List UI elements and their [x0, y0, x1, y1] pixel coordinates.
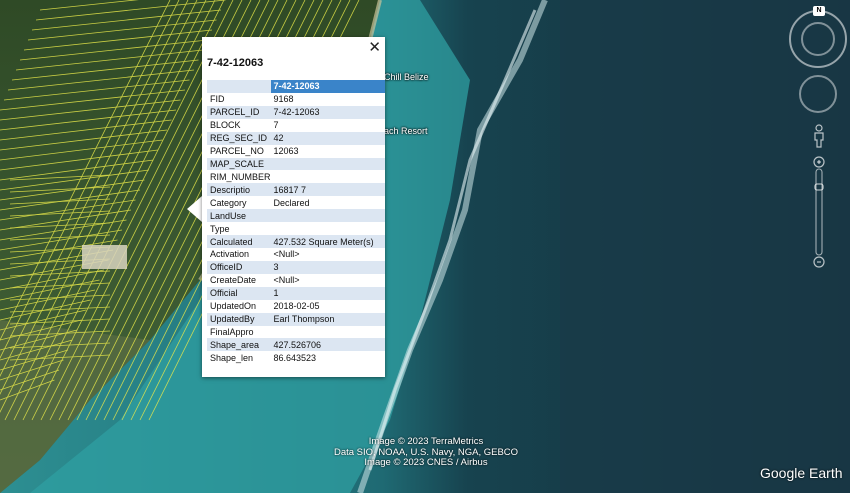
attribute-row: UpdatedBy Earl Thompson [207, 312, 385, 326]
pegman-icon[interactable] [812, 124, 826, 148]
attribute-value: 7 [273, 120, 279, 131]
zoom-slider[interactable] [812, 156, 826, 268]
attribute-value [270, 209, 385, 223]
close-icon[interactable]: ✕ [368, 38, 381, 56]
attribute-key: RIM_NUMBER [210, 171, 271, 182]
attribute-value: 16817 7 [270, 183, 385, 197]
attribute-key: Category [210, 197, 247, 208]
attribute-key: Activation [210, 249, 250, 260]
attribute-row: OfficeID 3 [207, 260, 385, 274]
attribute-header-key [207, 80, 271, 93]
attribute-key: UpdatedOn [210, 301, 257, 312]
attribute-row: MAP_SCALE [207, 157, 385, 171]
attribute-key: FinalAppro [210, 326, 254, 337]
attribute-row: Shape_len 86.643523 [207, 351, 385, 364]
attribute-row: RIM_NUMBER [207, 170, 385, 183]
attribute-row: Activation <Null> [207, 248, 385, 261]
attribute-value [270, 157, 385, 171]
attribute-row: FinalAppro [207, 326, 385, 339]
attribute-table: 7-42-12063 FID 9168 PARCEL_ID 7-42-12063 BLO… [207, 80, 385, 364]
attribute-row: Official 1 [207, 286, 385, 300]
attribute-value: 427.526706 [270, 338, 385, 352]
popup-title: 7-42-12063 [207, 57, 264, 69]
attribute-key: BLOCK [210, 120, 241, 131]
google-earth-logo: Google Earth [760, 465, 843, 481]
attribute-row: REG_SEC_ID 42 [207, 131, 385, 145]
north-indicator[interactable]: N [813, 6, 825, 16]
attribute-value: 7-42-12063 [270, 105, 385, 119]
attribute-value [271, 222, 385, 235]
place-label-chill-belize[interactable]: Chill Belize [384, 72, 429, 82]
attribute-value: 86.643523 [273, 352, 317, 363]
attribute-value: <Null> [273, 249, 300, 260]
attribution-line: Image © 2023 CNES / Airbus [364, 457, 488, 468]
attribute-row: Shape_area 427.526706 [207, 338, 385, 352]
attribute-key: Shape_area [207, 338, 271, 352]
attribute-key: Type [210, 223, 230, 234]
attribute-row: BLOCK 7 [207, 119, 385, 132]
attribute-value: 42 [270, 131, 385, 145]
attribute-row: UpdatedOn 2018-02-05 [207, 300, 385, 313]
attribute-value [271, 170, 385, 183]
attribute-value: 9168 [273, 94, 294, 105]
attribute-value: Earl Thompson [270, 312, 385, 326]
popup-pointer [187, 196, 202, 222]
attribute-value: <Null> [273, 275, 300, 286]
attribution-line: Image © 2023 TerraMetrics [368, 436, 484, 447]
look-joystick[interactable] [799, 75, 837, 113]
attribute-value: 2018-02-05 [273, 301, 320, 312]
attribute-row: LandUse [207, 209, 385, 223]
compass-ring[interactable]: N [789, 6, 847, 68]
attribute-row: PARCEL_NO 12063 [207, 145, 385, 158]
attribute-value: Declared [273, 197, 310, 208]
attribute-value: 3 [270, 260, 385, 274]
attribute-value: 427.532 Square Meter(s) [270, 235, 385, 248]
attribute-header-row: 7-42-12063 [207, 80, 385, 93]
attribute-key: Shape_len [210, 352, 254, 363]
attribute-value [271, 326, 385, 339]
attribute-key: PARCEL_ID [207, 105, 271, 119]
attribute-key: FID [210, 94, 225, 105]
attribute-row: FID 9168 [207, 93, 385, 106]
compass-inner-ring[interactable] [801, 22, 835, 56]
attribute-key: OfficeID [207, 260, 271, 274]
attribute-header-value: 7-42-12063 [270, 80, 385, 93]
attribute-key: UpdatedBy [207, 312, 271, 326]
attribute-key: REG_SEC_ID [207, 131, 271, 145]
attribute-key: Calculated [207, 235, 271, 248]
attribute-key: MAP_SCALE [207, 157, 271, 171]
attribute-key: Official [207, 286, 271, 300]
attribute-row: Descriptio 16817 7 [207, 183, 385, 197]
attribute-key: Descriptio [207, 183, 271, 197]
attribute-row: Type [207, 222, 385, 235]
attribute-value: 1 [270, 286, 385, 300]
attribute-row: CreateDate <Null> [207, 274, 385, 287]
attribute-row: PARCEL_ID 7-42-12063 [207, 105, 385, 119]
map-attribution: Image © 2023 TerraMetrics Data SIO, NOAA… [320, 436, 532, 469]
attribute-key: LandUse [207, 209, 271, 223]
parcel-info-popup: ✕ 7-42-12063 7-42-12063 FID 9168 PARCEL_ID… [202, 37, 385, 377]
attribute-value: 12063 [273, 146, 299, 157]
place-label-resort[interactable]: ach Resort [384, 126, 428, 136]
attribute-key: CreateDate [210, 275, 257, 286]
attribute-key: PARCEL_NO [210, 146, 264, 157]
attribute-row: Category Declared [207, 196, 385, 209]
attribute-row: Calculated 427.532 Square Meter(s) [207, 235, 385, 248]
